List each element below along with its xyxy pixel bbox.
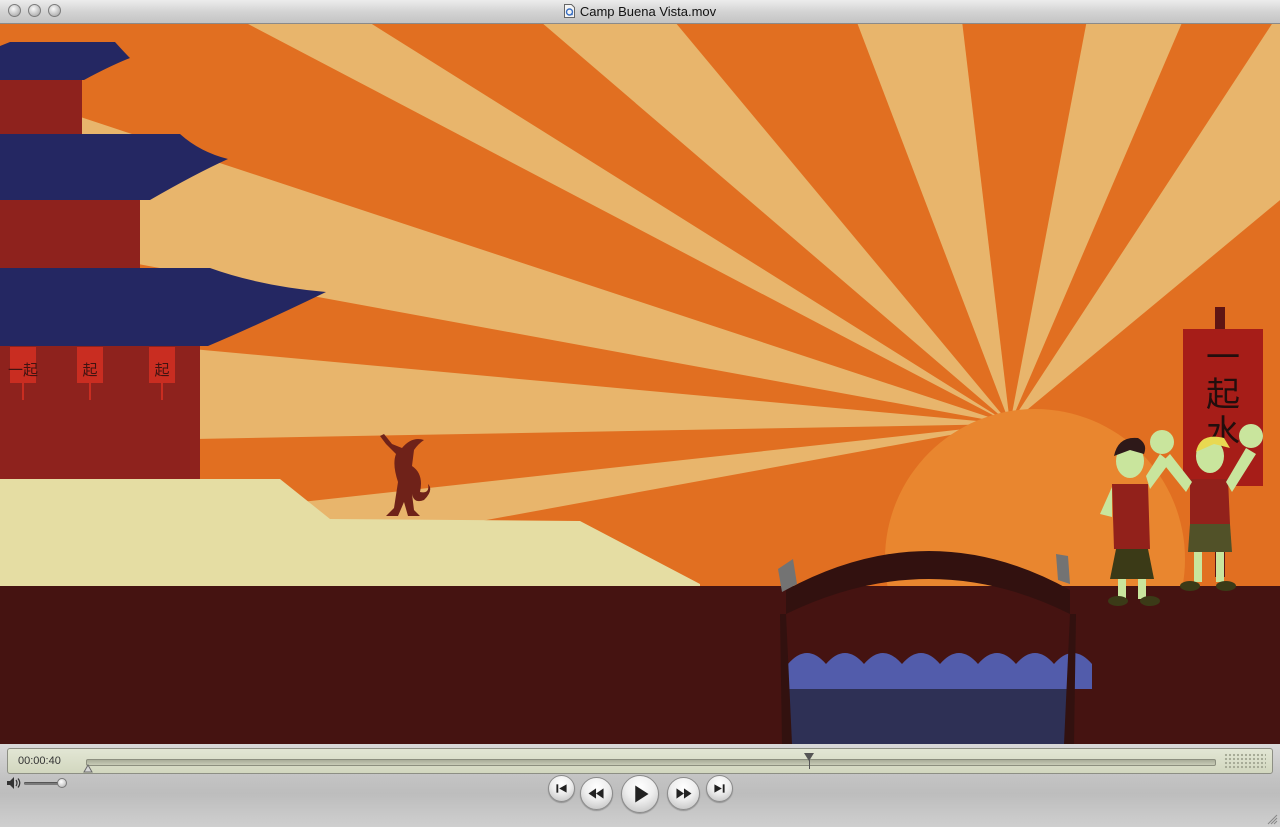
fast-forward-icon [676, 788, 692, 799]
playhead-line [809, 760, 811, 769]
go-to-start-icon [556, 784, 567, 793]
paper-texture [0, 24, 1280, 744]
window-title-area: Camp Buena Vista.mov [0, 0, 1280, 23]
volume-knob[interactable] [56, 778, 67, 788]
quicktime-player-window: Camp Buena Vista.mov 一起 起 起 一 起 水 00:00:… [0, 0, 1280, 827]
go-to-end-icon [714, 784, 725, 793]
title-bar[interactable]: Camp Buena Vista.mov [0, 0, 1280, 24]
current-time: 00:00:40 [18, 755, 61, 767]
play-icon [635, 785, 649, 803]
video-frame[interactable]: 一起 起 起 一 起 水 [0, 24, 1280, 744]
fast-forward-button[interactable] [667, 777, 700, 810]
selection-start-marker-icon[interactable] [83, 763, 93, 773]
movie-controller: 00:00:40 [0, 744, 1280, 827]
resize-grip-icon[interactable] [1266, 813, 1278, 825]
go-to-start-button[interactable] [548, 775, 575, 802]
rewind-icon [588, 788, 604, 799]
quicktime-document-icon[interactable] [563, 4, 575, 18]
go-to-end-button[interactable] [706, 775, 733, 802]
play-button[interactable] [621, 775, 659, 813]
timeline-display: 00:00:40 [7, 748, 1273, 774]
timeline-grip [1224, 753, 1266, 769]
rewind-button[interactable] [580, 777, 613, 810]
window-title: Camp Buena Vista.mov [579, 4, 717, 19]
speaker-icon[interactable] [6, 776, 22, 790]
timeline-scrubber[interactable] [86, 759, 1216, 766]
